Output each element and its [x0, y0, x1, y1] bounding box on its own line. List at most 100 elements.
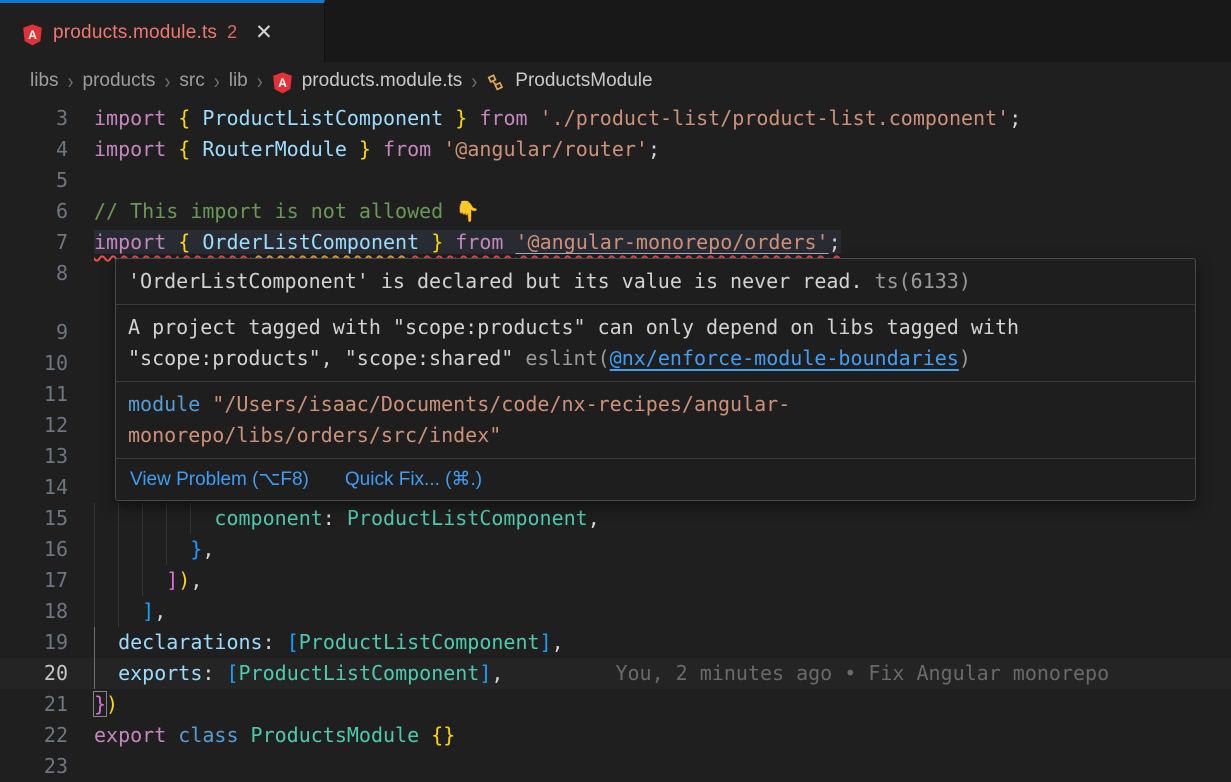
code-token: ;: [829, 230, 841, 254]
code-token: }: [431, 230, 455, 254]
hover-text: eslint(: [525, 346, 609, 370]
code-line-text: ],: [94, 596, 1231, 627]
line-number[interactable]: 20: [0, 658, 68, 689]
line-number[interactable]: 18: [0, 596, 68, 627]
breadcrumb-item-productsmodule[interactable]: ProductsModule: [515, 70, 652, 92]
line-number[interactable]: 22: [0, 720, 68, 751]
code-token: from: [479, 106, 539, 130]
code-line-text: [94, 751, 1231, 782]
code-token: ,: [491, 661, 503, 685]
code-line-21[interactable]: 21}): [0, 689, 1231, 720]
line-number[interactable]: 16: [0, 534, 68, 565]
code-token: import: [94, 230, 178, 254]
breadcrumb-separator: ›: [214, 68, 220, 94]
code-line-text: [94, 165, 1231, 196]
breadcrumb-item-src[interactable]: src: [179, 70, 204, 92]
code-line-17[interactable]: 17 ]),: [0, 565, 1231, 596]
code-token: }: [190, 537, 202, 561]
code-token: }: [94, 692, 106, 716]
code-token: [94, 661, 118, 685]
code-token: [419, 230, 431, 254]
line-number[interactable]: 7: [0, 227, 68, 258]
git-blame-annotation: You, 2 minutes ago • Fix Angular monorep…: [503, 661, 1109, 685]
code-token: '@angular-monorepo/orders': [516, 230, 829, 254]
code-token: [94, 506, 214, 530]
code-token: ProductListComponent: [299, 630, 540, 654]
code-line-6[interactable]: 6// This import is not allowed 👇: [0, 196, 1231, 227]
indent-guide: [190, 503, 191, 534]
breadcrumb-item-products[interactable]: products: [83, 70, 156, 92]
line-number[interactable]: 14: [0, 472, 68, 503]
code-token: './product-list/product-list.component': [540, 106, 1010, 130]
line-number[interactable]: 19: [0, 627, 68, 658]
code-line-7[interactable]: 7 import { OrderListComponent } from '@an…: [0, 227, 1231, 258]
breadcrumb-item-products-module-ts[interactable]: products.module.ts: [302, 70, 463, 92]
indent-guide: [166, 503, 167, 534]
code-line-text: }): [94, 689, 1231, 720]
angular-icon: A: [272, 72, 293, 94]
code-line-text: ]),: [94, 565, 1231, 596]
svg-text:A: A: [28, 27, 37, 41]
code-token: class: [178, 723, 250, 747]
indent-guide: [94, 534, 95, 565]
code-token: [: [287, 630, 299, 654]
breadcrumb-item-libs[interactable]: libs: [30, 70, 59, 92]
hover-actions: View Problem (⌥F8) Quick Fix... (⌘.): [116, 458, 1195, 500]
line-number[interactable]: 13: [0, 441, 68, 472]
code-line-3[interactable]: 3import { ProductListComponent } from '.…: [0, 103, 1231, 134]
code-line-22[interactable]: 22export class ProductsModule {}: [0, 720, 1231, 751]
code-token: ProductsModule: [251, 723, 432, 747]
indent-guide: [166, 534, 167, 565]
line-number[interactable]: 8: [0, 258, 68, 289]
line-number[interactable]: 3: [0, 103, 68, 134]
code-line-20[interactable]: 20 exports: [ProductListComponent],You, …: [0, 658, 1231, 689]
indent-guide: [142, 534, 143, 565]
code-line-15[interactable]: 15 component: ProductListComponent,: [0, 503, 1231, 534]
code-line-5[interactable]: 5: [0, 165, 1231, 196]
code-token: ): [106, 692, 118, 716]
code-line-19[interactable]: 19 declarations: [ProductListComponent],: [0, 627, 1231, 658]
code-token: }: [455, 106, 479, 130]
tab-products-module[interactable]: A products.module.ts 2 ✕: [0, 0, 325, 62]
close-icon[interactable]: ✕: [255, 22, 273, 43]
code-token: t: [407, 230, 419, 254]
line-number[interactable]: 11: [0, 379, 68, 410]
diagnostic-hover-popup: 'OrderListComponent' is declared but its…: [115, 258, 1196, 501]
line-number[interactable]: 17: [0, 565, 68, 596]
line-number[interactable]: 15: [0, 503, 68, 534]
tab-title: products.module.ts: [53, 22, 217, 44]
quick-fix-action[interactable]: Quick Fix... (⌘.): [345, 468, 482, 491]
line-number[interactable]: 9: [0, 317, 68, 348]
breadcrumb-separator: ›: [471, 68, 477, 94]
hover-text: 'OrderListComponent' is declared but its…: [128, 269, 875, 293]
view-problem-action[interactable]: View Problem (⌥F8): [130, 468, 309, 491]
breadcrumb-item-lib[interactable]: lib: [229, 70, 248, 92]
code-line-23[interactable]: 23: [0, 751, 1231, 782]
breadcrumb-separator: ›: [164, 68, 170, 94]
line-number[interactable]: 5: [0, 165, 68, 196]
indent-guide: [94, 658, 95, 689]
code-token: ProductListComponent: [347, 506, 588, 530]
code-token: component: [214, 506, 322, 530]
code-token: rListComponen: [251, 230, 408, 254]
indent-guide: [118, 596, 119, 627]
line-number[interactable]: 21: [0, 689, 68, 720]
line-number[interactable]: 12: [0, 410, 68, 441]
code-token: {}: [431, 723, 455, 747]
breadcrumb-separator: ›: [257, 68, 263, 94]
nx-rule-link[interactable]: @nx/enforce-module-boundaries: [610, 346, 959, 370]
indent-guide: [118, 565, 119, 596]
code-line-4[interactable]: 4import { RouterModule } from '@angular/…: [0, 134, 1231, 165]
code-token: ,: [154, 599, 166, 623]
tab-strip: A products.module.ts 2 ✕: [0, 0, 1231, 62]
line-number[interactable]: 4: [0, 134, 68, 165]
code-token: import: [94, 137, 178, 161]
line-number[interactable]: 23: [0, 751, 68, 782]
line-number[interactable]: 10: [0, 348, 68, 379]
hover-message-row: 'OrderListComponent' is declared but its…: [116, 259, 1195, 304]
error-squiggle-span: import { OrderListComponent } from '@ang…: [94, 230, 841, 254]
line-number[interactable]: 6: [0, 196, 68, 227]
code-line-18[interactable]: 18 ],: [0, 596, 1231, 627]
code-token: ;: [648, 137, 660, 161]
code-line-16[interactable]: 16 },: [0, 534, 1231, 565]
